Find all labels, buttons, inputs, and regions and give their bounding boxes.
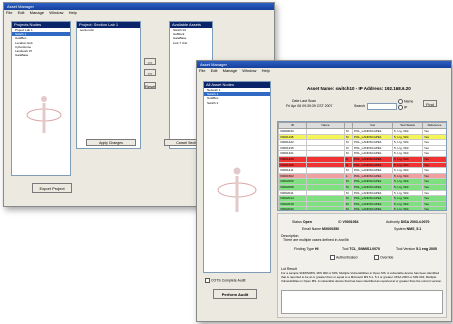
findings-table: ID Name Cat Test Status Reference V00000… <box>278 122 446 210</box>
table-cell-id: V0002020 <box>278 206 307 210</box>
table-body: V0000043 M POL_LANDSCAPE1 5, Lrg, Wrk Yes V00… <box>278 128 446 210</box>
menu-manage[interactable]: Manage <box>30 10 44 15</box>
menu-help[interactable]: Help <box>69 10 77 15</box>
detail-panel: Status Open ID V0001054 Authority DISA 2… <box>277 213 447 318</box>
lookup-textarea[interactable] <box>281 290 443 314</box>
tree-item[interactable]: Switch 2 <box>204 101 270 105</box>
search-label: Search <box>354 104 366 108</box>
table-cell-name <box>306 206 345 210</box>
override-checkbox[interactable]: Override <box>374 255 393 260</box>
tool-version-value: 5.1 eng 2005 <box>416 247 437 251</box>
tool-version-field: Tool Version 5.1 eng 2005 <box>396 247 437 251</box>
tool-value: TCL_SNMIS1.0070 <box>349 247 380 251</box>
authority-label: Authority <box>386 220 400 224</box>
menu-manage[interactable]: Manage <box>223 68 237 73</box>
ip-label: IP <box>404 105 408 110</box>
lookup-label: Lot Result <box>281 267 297 271</box>
authority-field: Authority DISA 2003.4.0070 <box>386 220 429 224</box>
description-value: There are multiple cases defined in /usr… <box>283 238 349 242</box>
window-title-bar: Asset Manager <box>197 61 451 68</box>
tool-version-label: Tool Version <box>396 247 416 251</box>
table-row[interactable]: V0002020 M POL_LANDSCAPE1 5, Lrg, Wrk Yes <box>278 206 446 210</box>
menu-bar: File Edit Manage Window Help <box>197 68 451 74</box>
watermark-logo <box>26 96 62 133</box>
name-label: Name <box>404 99 414 104</box>
complete-audit-label: COTS Complete Audit <box>211 278 246 283</box>
system-label: System <box>394 227 406 231</box>
export-project-button[interactable]: Export Project <box>32 183 72 193</box>
table-cell-cat: POL_LANDSCAPE1 <box>352 206 393 210</box>
id-field: ID V0001054 <box>338 220 358 224</box>
window-title-bar: Asset Manager <box>4 3 274 10</box>
status-field: Status Open <box>292 220 312 224</box>
tree-item[interactable]: GateBase <box>12 53 70 57</box>
asset-manager-window: Asset Manager File Edit Manage Window He… <box>196 60 452 322</box>
apply-changes-button[interactable]: Apply Changes <box>86 139 136 146</box>
ip-radio[interactable]: IP <box>398 105 407 110</box>
complete-audit-checkbox[interactable]: COTS Complete Audit <box>205 278 245 283</box>
last-scan-label: Date Last Scan <box>292 99 316 103</box>
menu-help[interactable]: Help <box>262 68 270 73</box>
menu-edit[interactable]: Edit <box>18 10 25 15</box>
section-panel[interactable]: Project: Section Lab 1 section-02 <box>76 21 141 149</box>
email-field: Email Name MX000350 <box>302 227 339 231</box>
checkbox-box[interactable] <box>205 278 210 283</box>
menu-edit[interactable]: Edit <box>211 68 218 73</box>
system-field: System NMS_5.1 <box>394 227 421 231</box>
add-asset-button[interactable]: >> <box>144 58 156 65</box>
reset-button[interactable]: Reset <box>144 82 156 89</box>
override-label: Override <box>380 255 394 260</box>
table-cell-status: 5, Lrg, Wrk <box>392 206 423 210</box>
status-value: Open <box>302 220 312 224</box>
id-value: V0001054 <box>342 220 359 224</box>
name-radio[interactable]: Name <box>398 99 413 104</box>
tool-label: Tool <box>342 247 349 251</box>
watermark-logo <box>217 167 257 212</box>
menu-window[interactable]: Window <box>49 10 63 15</box>
system-value: NMS_5.1 <box>406 227 422 231</box>
radio-dot[interactable] <box>398 105 403 110</box>
window-title: Asset Manager <box>7 4 34 9</box>
status-label: Status <box>292 220 302 224</box>
asset-heading: Asset Name: switch10 - IP Address: 192.1… <box>307 86 411 91</box>
lookup-text: For a sample SNMIS/MIS, MIS 000 or MIS, … <box>281 272 442 283</box>
authenticated-label: Authenticated <box>336 255 358 260</box>
finding-label: Finding Type <box>294 247 314 251</box>
tool-field: Tool TCL_SNMIS1.0070 <box>342 247 380 251</box>
list-item[interactable]: Link 7 Unit <box>170 41 212 45</box>
last-scan-value: Fri Apr 06 09:39:39 CST 2007 <box>286 104 333 108</box>
perform-audit-button[interactable]: Perform Audit <box>213 289 257 299</box>
email-label: Email Name <box>302 227 322 231</box>
findings-table-panel[interactable]: ID Name Cat Test Status Reference V00000… <box>277 121 447 211</box>
id-label: ID <box>338 220 342 224</box>
finding-field: Finding Type HI <box>294 247 318 251</box>
finding-value: HI <box>314 247 319 251</box>
checkbox-box[interactable] <box>374 255 379 260</box>
checkbox-box[interactable] <box>330 255 335 260</box>
menu-file[interactable]: File <box>199 68 205 73</box>
remove-asset-button[interactable]: << <box>144 69 156 76</box>
list-item[interactable]: section-02 <box>77 28 140 32</box>
search-input[interactable] <box>367 103 397 110</box>
menu-bar: File Edit Manage Window Help <box>4 10 274 16</box>
authority-value: DISA 2003.4.0070 <box>400 220 430 224</box>
window-title: Asset Manager <box>200 62 227 67</box>
table-cell-ref: Yes <box>422 206 446 210</box>
menu-file[interactable]: File <box>6 10 12 15</box>
email-value: MX000350 <box>322 227 339 231</box>
authenticated-checkbox[interactable]: Authenticated <box>330 255 357 260</box>
radio-dot[interactable] <box>398 99 403 104</box>
table-cell-risk: M <box>344 206 353 210</box>
find-button[interactable]: Find <box>423 100 437 107</box>
menu-window[interactable]: Window <box>242 68 256 73</box>
